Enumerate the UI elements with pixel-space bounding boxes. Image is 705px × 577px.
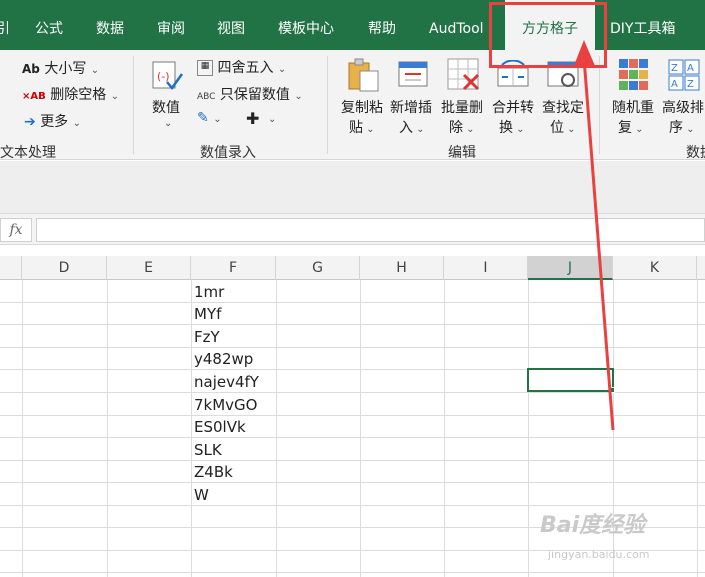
watermark-url: jingyan.baidu.com: [548, 548, 650, 561]
watermark-logo: Bai度经验: [540, 513, 646, 538]
annotation-arrow: [573, 40, 615, 431]
